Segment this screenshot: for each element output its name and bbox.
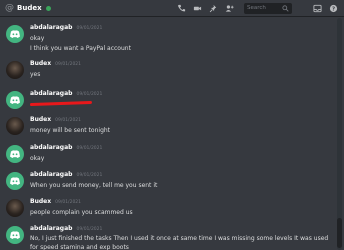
message-text: okay — [30, 35, 45, 42]
search-placeholder: Search — [247, 5, 266, 11]
message-timestamp: 09/01/2021 — [76, 146, 103, 151]
scrollbar-thumb[interactable] — [337, 218, 342, 248]
message-timestamp: 09/01/2021 — [55, 200, 82, 205]
channel-title: Budex — [17, 4, 42, 12]
redaction-mark — [29, 100, 93, 107]
avatar[interactable] — [6, 61, 24, 79]
message-text: yes — [30, 71, 41, 78]
svg-text:?: ? — [332, 6, 335, 12]
message-author[interactable]: abdalaragab 09/01/2021 — [30, 144, 102, 151]
video-call-icon[interactable] — [192, 3, 203, 14]
message-list: abdalaragab 09/01/2021 okay I think you w… — [0, 18, 336, 250]
message-text: No, I just finished the tasks Then I use… — [30, 235, 329, 250]
message-text: I think you want a PayPal account — [30, 45, 131, 52]
message-author[interactable]: abdalaragab 09/01/2021 — [30, 90, 102, 97]
avatar[interactable] — [6, 226, 24, 244]
add-friends-icon[interactable] — [224, 3, 235, 14]
message-timestamp: 09/01/2021 — [76, 227, 103, 232]
avatar[interactable] — [6, 25, 24, 43]
avatar[interactable] — [6, 145, 24, 163]
inbox-icon[interactable] — [312, 3, 323, 14]
pin-icon[interactable] — [208, 3, 219, 14]
message-text: okay — [30, 155, 45, 162]
discord-logo-icon — [10, 150, 20, 158]
help-icon[interactable]: ? — [328, 3, 339, 14]
message-timestamp: 09/01/2021 — [55, 62, 82, 67]
discord-logo-icon — [10, 231, 20, 239]
phone-call-icon[interactable] — [176, 3, 187, 14]
message-text: When you send money, tell me you sent it — [30, 182, 158, 189]
chat-scrollbar[interactable] — [337, 18, 342, 250]
message-author[interactable]: abdalaragab 09/01/2021 — [30, 24, 102, 31]
discord-logo-icon — [10, 177, 20, 185]
avatar[interactable] — [6, 199, 24, 217]
message-author[interactable]: Budex 09/01/2021 — [30, 60, 81, 67]
at-icon: @ — [5, 3, 14, 13]
message-author[interactable]: Budex 09/01/2021 — [30, 116, 81, 123]
avatar[interactable] — [6, 117, 24, 135]
search-input[interactable]: Search — [244, 3, 292, 14]
message-timestamp: 09/01/2021 — [55, 118, 82, 123]
message-timestamp: 09/01/2021 — [76, 92, 103, 97]
channel-header: @ Budex Search ? — [0, 0, 344, 17]
header-toolbar — [176, 3, 240, 14]
online-status-icon — [45, 5, 51, 11]
message-author[interactable]: abdalaragab 09/01/2021 — [30, 171, 102, 178]
message-timestamp: 09/01/2021 — [76, 26, 103, 31]
discord-logo-icon — [10, 96, 20, 104]
message-text: people complain you scammed us — [30, 209, 133, 216]
discord-logo-icon — [10, 30, 20, 38]
avatar[interactable] — [6, 172, 24, 190]
message-author[interactable]: abdalaragab 09/01/2021 — [30, 225, 102, 232]
search-icon — [282, 5, 289, 12]
message-text: money will be sent tonight — [30, 127, 111, 134]
avatar[interactable] — [6, 91, 24, 109]
message-timestamp: 09/01/2021 — [76, 173, 103, 178]
message-author[interactable]: Budex 09/01/2021 — [30, 198, 81, 205]
